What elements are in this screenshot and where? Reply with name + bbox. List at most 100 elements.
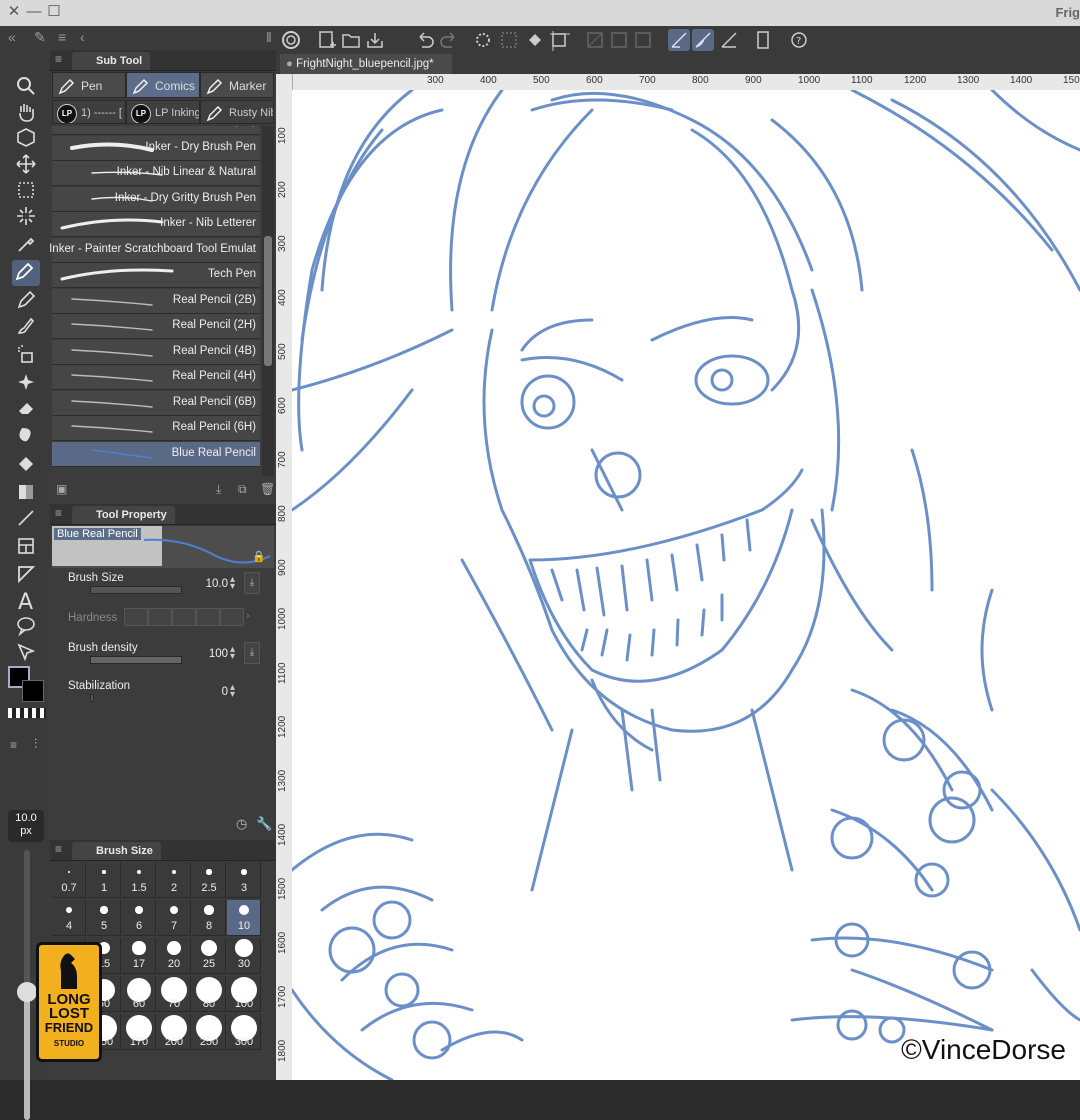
pen-mini-icon[interactable]: ✎ — [34, 29, 46, 46]
brush-list-item[interactable]: Real Pencil (6B) — [52, 390, 260, 416]
duplicate-icon[interactable]: ⧉ — [238, 482, 252, 496]
hardness-selector[interactable] — [124, 608, 244, 626]
brush-size-cell[interactable]: 2.5 — [192, 862, 226, 898]
brush-size-cell[interactable]: 7 — [157, 900, 191, 936]
brush-size-cell[interactable]: 250 — [192, 1014, 226, 1050]
brush-size-cell[interactable]: 300 — [227, 1014, 261, 1050]
brush-size-cell[interactable]: 170 — [122, 1014, 156, 1050]
deselect-icon[interactable] — [632, 29, 654, 51]
ruler-tool-icon[interactable] — [14, 562, 38, 586]
save-icon[interactable] — [364, 29, 386, 51]
group-pen[interactable]: Pen — [52, 72, 126, 98]
brush-size-bar[interactable] — [90, 586, 182, 594]
brush-size-cell[interactable]: 0.7 — [52, 862, 86, 898]
size-slider-knob[interactable] — [17, 982, 37, 1002]
pen-tool-icon[interactable] — [12, 260, 40, 286]
brush-list-item[interactable]: Inker - Nib Letterer — [52, 212, 260, 237]
set-lp-inking[interactable]: LP LP Inking — [126, 100, 200, 124]
brush-size-cell[interactable]: 70 — [157, 976, 191, 1012]
device-icon[interactable] — [752, 29, 774, 51]
double-chevron-left-icon[interactable]: « — [8, 29, 16, 45]
close-icon[interactable]: ✕ — [6, 4, 22, 20]
brush-list-scrollbar[interactable] — [262, 126, 274, 476]
brush-size-cell[interactable]: 3 — [227, 862, 261, 898]
brush-list-item[interactable]: Inker - Nib Linear & Natural — [52, 161, 260, 186]
frame-border-icon[interactable] — [14, 534, 38, 558]
brush-size-cell[interactable]: 25 — [192, 938, 226, 974]
brush-size-cell[interactable]: 20 — [157, 938, 191, 974]
document-tab[interactable]: ● FrightNight_bluepencil.jpg* — [280, 54, 452, 74]
gradient-icon[interactable] — [14, 480, 38, 504]
brush-size-value[interactable]: 10.0 — [190, 578, 228, 590]
brush-list-item[interactable]: Real Pencil (4H) — [52, 365, 260, 390]
trash-icon[interactable]: 🗑 — [260, 482, 275, 496]
import-icon[interactable]: ⤓ — [216, 482, 230, 496]
snap-ruler-icon[interactable] — [668, 29, 690, 51]
tool-property-tab[interactable]: Tool Property — [72, 506, 175, 524]
set-rusty-nib[interactable]: Rusty Nib — [200, 100, 274, 124]
menu-icon[interactable]: ≡ — [55, 52, 62, 66]
brush-list-item[interactable]: Tech Pen — [52, 263, 260, 288]
fill-tool-icon[interactable] — [14, 452, 38, 476]
menu-icon[interactable]: ≡ — [55, 506, 62, 520]
transparent-color-swatch[interactable] — [8, 708, 46, 718]
text-tool-icon[interactable]: A — [14, 588, 38, 615]
clock-icon[interactable]: ◷ — [236, 816, 247, 832]
sub-color-swatch[interactable] — [22, 680, 44, 702]
object-icon[interactable] — [14, 126, 38, 150]
settings-sliders-icon[interactable]: ⫶ — [34, 736, 37, 752]
move-icon[interactable] — [14, 152, 38, 176]
set-1[interactable]: LP 1) ------ [ — [52, 100, 126, 124]
lock-icon[interactable]: 🔒 — [252, 550, 266, 563]
chevron-right-icon[interactable]: › — [246, 610, 250, 622]
eyedropper-icon[interactable] — [14, 232, 38, 256]
airbrush-icon[interactable] — [14, 342, 38, 366]
brush-size-cell[interactable]: 8 — [192, 900, 226, 936]
transform-icon[interactable] — [548, 29, 570, 51]
brush-size-cell[interactable]: 2 — [157, 862, 191, 898]
help-icon[interactable]: ? — [788, 29, 810, 51]
wrench-icon[interactable]: 🔧 — [256, 816, 272, 832]
group-comics[interactable]: Comics — [126, 72, 200, 98]
eraser-icon[interactable] — [14, 396, 38, 420]
stabilization-value[interactable]: 0 — [190, 686, 228, 698]
brush-size-cell[interactable]: 200 — [157, 1014, 191, 1050]
brush-size-cell[interactable]: 100 — [227, 976, 261, 1012]
selection-icon[interactable] — [584, 29, 606, 51]
balloon-icon[interactable] — [14, 614, 38, 638]
brush-size-cell[interactable]: 5 — [87, 900, 121, 936]
brush-size-cell[interactable]: 17 — [122, 938, 156, 974]
brush-list-item[interactable]: Inker - Painter Scratchboard Tool Emulat — [50, 237, 260, 263]
open-folder-icon[interactable] — [340, 29, 362, 51]
brush-list-item[interactable]: Inker - Dry Gritty Brush Pen — [52, 186, 260, 212]
correct-line-icon[interactable] — [14, 640, 38, 664]
clear-icon[interactable] — [498, 29, 520, 51]
chevron-left-icon[interactable]: ‹ — [80, 29, 85, 45]
loading-icon[interactable] — [472, 29, 494, 51]
stabilization-spinner-icon[interactable]: ▴ ▾ — [230, 683, 235, 700]
fill-icon[interactable] — [524, 29, 546, 51]
brush-tool-icon[interactable] — [14, 314, 38, 338]
brush-list-item[interactable]: Real Pencil (2H) — [52, 314, 260, 339]
undo-icon[interactable] — [414, 29, 436, 51]
minimize-icon[interactable]: — — [26, 4, 42, 20]
invert-selection-icon[interactable] — [608, 29, 630, 51]
maximize-icon[interactable]: ☐ — [46, 4, 62, 20]
divider-grip-icon[interactable]: ‖ — [266, 29, 272, 45]
decoration-icon[interactable] — [14, 370, 38, 394]
marquee-icon[interactable] — [14, 178, 38, 202]
blend-icon[interactable] — [14, 422, 38, 446]
new-file-icon[interactable] — [316, 29, 338, 51]
magic-wand-icon[interactable] — [14, 204, 38, 228]
brush-size-cell[interactable]: 60 — [122, 976, 156, 1012]
brush-list-item[interactable]: Inker - Dry Brush Pen — [52, 135, 260, 161]
brush-size-cell[interactable]: 30 — [227, 938, 261, 974]
brush-size-spinner-icon[interactable]: ▴ ▾ — [230, 575, 235, 592]
menu-icon[interactable]: ≡ — [58, 29, 66, 45]
clip-studio-icon[interactable] — [280, 29, 302, 51]
menu-icon[interactable]: ≡ — [55, 842, 62, 856]
brush-list-item[interactable]: Real Pencil (6H) — [52, 416, 260, 441]
brush-size-cell[interactable]: 1.5 — [122, 862, 156, 898]
pencil-tool-icon[interactable] — [14, 288, 38, 312]
brush-size-cell[interactable]: 80 — [192, 976, 226, 1012]
